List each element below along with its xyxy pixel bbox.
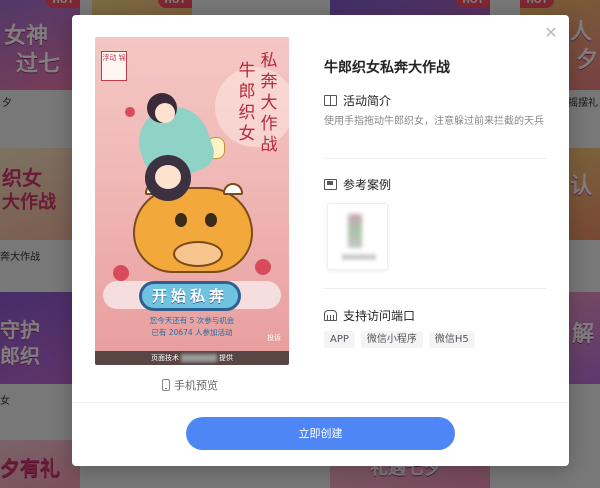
poster-footer: 页面技术 提供 bbox=[95, 351, 289, 365]
building-icon bbox=[324, 310, 337, 321]
case-icon bbox=[324, 179, 337, 190]
book-icon bbox=[324, 95, 337, 106]
poster-report-link: 投诉 bbox=[267, 334, 281, 342]
platform-tag-miniprogram: 微信小程序 bbox=[360, 331, 423, 348]
divider bbox=[324, 288, 546, 289]
intro-heading: 活动简介 bbox=[324, 92, 391, 109]
mobile-preview-button[interactable]: 手机预览 bbox=[162, 377, 218, 393]
footer-divider bbox=[72, 402, 569, 403]
template-poster: 浮动 锦 私奔大作战 牛郎织女 开始私奔 您今天还有 5 次参与机会 已有 20… bbox=[95, 37, 289, 365]
platform-tag-app: APP bbox=[324, 331, 355, 348]
flower-decoration bbox=[255, 259, 271, 275]
create-now-button[interactable]: 立即创建 bbox=[186, 417, 455, 450]
poster-title-left: 牛郎织女 bbox=[238, 61, 256, 144]
template-title: 牛郎织女私奔大作战 bbox=[324, 60, 450, 76]
flower-decoration bbox=[125, 107, 135, 117]
poster-chances-text: 您今天还有 5 次参与机会 bbox=[149, 316, 235, 325]
reference-heading: 参考案例 bbox=[324, 176, 391, 193]
poster-title-right: 私奔大作战 bbox=[260, 51, 278, 155]
close-icon[interactable]: ✕ bbox=[543, 25, 559, 41]
divider bbox=[324, 158, 546, 159]
poster-participants-text: 已有 20674 人参加活动 bbox=[151, 328, 233, 337]
poster-badge: 浮动 锦 bbox=[101, 51, 127, 81]
phone-icon bbox=[162, 379, 170, 391]
intro-text: 使用手指拖动牛郎织女，注意躲过前来拦截的天兵 bbox=[324, 116, 544, 127]
flower-decoration bbox=[113, 265, 129, 281]
platform-tags: APP 微信小程序 微信H5 bbox=[324, 331, 475, 348]
platforms-heading: 支持访问端口 bbox=[324, 307, 415, 324]
poster-start-button: 开始私奔 bbox=[139, 281, 241, 311]
mobile-preview-label: 手机预览 bbox=[174, 379, 218, 392]
platform-tag-h5: 微信H5 bbox=[428, 331, 475, 348]
reference-case-qrcode[interactable] bbox=[327, 203, 388, 270]
template-detail-modal: ✕ 浮动 锦 私奔大作战 牛郎织女 开始私奔 您今天还有 5 次参与机会 已有 … bbox=[72, 15, 569, 466]
